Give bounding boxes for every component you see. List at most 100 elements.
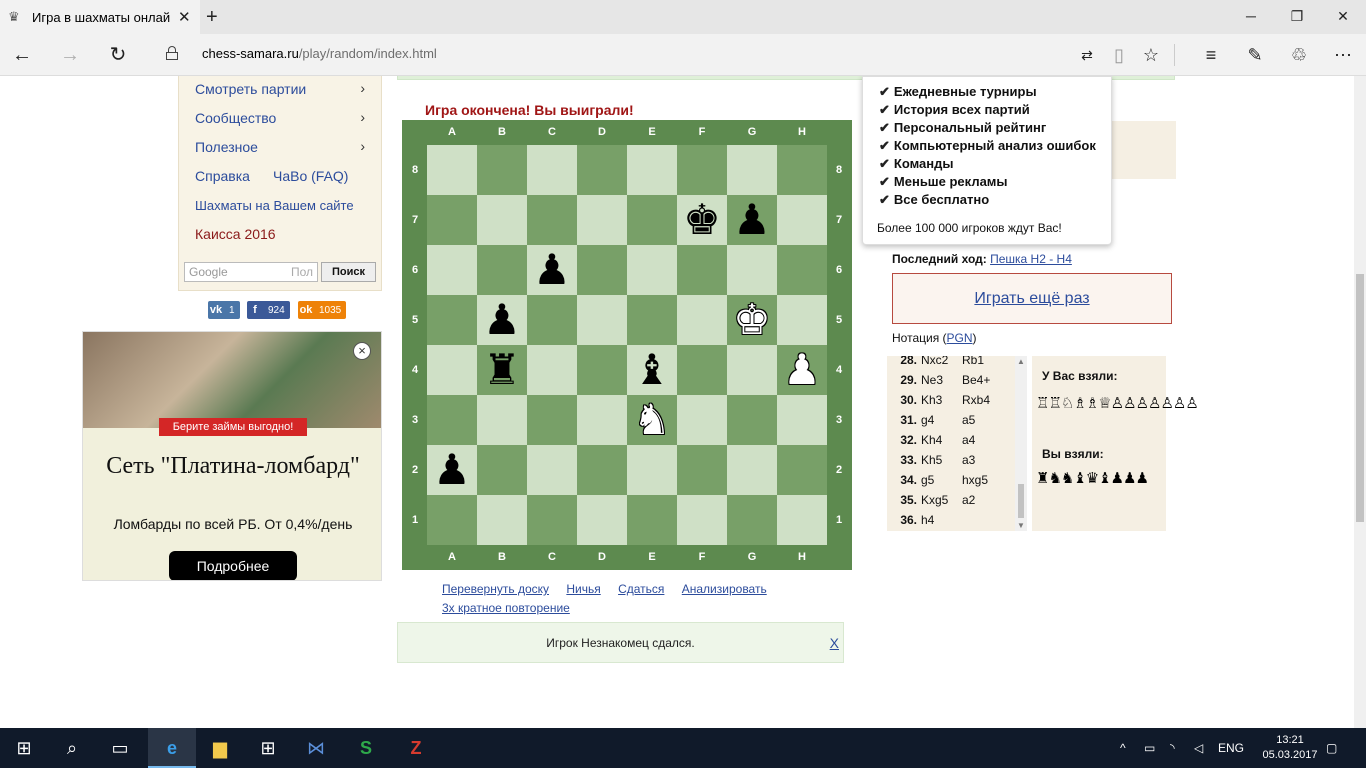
board-square[interactable] — [477, 395, 527, 445]
board-square[interactable] — [527, 145, 577, 195]
task-view-icon[interactable]: ▭ — [96, 728, 144, 768]
board-square[interactable] — [727, 445, 777, 495]
black-pawn-icon[interactable]: ♟ — [727, 195, 777, 245]
white-move[interactable]: Kxg5 — [921, 493, 948, 507]
board-square[interactable] — [627, 495, 677, 545]
chevron-up-icon[interactable]: ^ — [1120, 728, 1126, 768]
board-square[interactable] — [727, 345, 777, 395]
move-list-scrollbar[interactable]: ▲ ▼ — [1015, 356, 1027, 531]
refresh-icon[interactable]: ↻ — [104, 41, 132, 69]
odnoklassniki-share-button[interactable]: ok 1035 — [298, 301, 347, 319]
menu-help[interactable]: Справка — [195, 168, 250, 184]
new-tab-button[interactable]: + — [206, 6, 218, 29]
black-move[interactable]: a4 — [962, 433, 975, 447]
board-square[interactable] — [777, 495, 827, 545]
ad-headline[interactable]: Сеть "Платина-ломбард" — [83, 452, 381, 481]
board-square[interactable] — [427, 495, 477, 545]
last-move-link[interactable]: Пешка H2 - H4 — [990, 252, 1072, 266]
board-square[interactable] — [427, 295, 477, 345]
close-message-button[interactable]: X — [830, 635, 839, 651]
black-move[interactable]: Rxb4 — [962, 393, 990, 407]
board-square[interactable] — [527, 345, 577, 395]
resign-link[interactable]: Сдаться — [618, 582, 664, 596]
search-icon[interactable]: ⌕ — [48, 728, 96, 768]
battery-icon[interactable]: ▭ — [1144, 728, 1155, 768]
board-square[interactable] — [427, 245, 477, 295]
white-move[interactable]: g5 — [921, 473, 934, 487]
board-square[interactable] — [527, 495, 577, 545]
board-square[interactable] — [777, 395, 827, 445]
board-square[interactable] — [477, 495, 527, 545]
board-square[interactable] — [527, 195, 577, 245]
black-pawn-icon[interactable]: ♟ — [427, 445, 477, 495]
board-square[interactable] — [577, 195, 627, 245]
s-app-icon[interactable]: S — [342, 728, 390, 768]
black-bishop-icon[interactable]: ♝ — [627, 345, 677, 395]
black-move[interactable]: Rb1 — [962, 356, 984, 367]
white-pawn-icon[interactable]: ♟ — [777, 345, 827, 395]
filezilla-icon[interactable]: Z — [392, 728, 440, 768]
menu-faq[interactable]: ЧаВо (FAQ) — [273, 168, 348, 184]
board-square[interactable] — [577, 395, 627, 445]
board-square[interactable] — [727, 495, 777, 545]
white-knight-icon[interactable]: ♞ — [627, 395, 677, 445]
board-square[interactable] — [777, 295, 827, 345]
board-square[interactable] — [677, 445, 727, 495]
restore-icon[interactable]: ❐ — [1274, 0, 1320, 34]
vk-share-button[interactable]: vk 1 — [208, 301, 240, 319]
white-move[interactable]: g4 — [921, 413, 934, 427]
board-square[interactable] — [677, 145, 727, 195]
board-square[interactable] — [627, 145, 677, 195]
menu-useful[interactable]: Полезное — [195, 139, 258, 155]
board-square[interactable] — [627, 245, 677, 295]
white-move[interactable]: Nxc2 — [921, 356, 948, 367]
board-square[interactable] — [577, 145, 627, 195]
board-square[interactable] — [777, 445, 827, 495]
close-ad-icon[interactable]: × — [353, 342, 371, 360]
board-square[interactable] — [477, 445, 527, 495]
search-button[interactable]: Поиск — [321, 262, 376, 282]
scrollbar-thumb[interactable] — [1356, 274, 1364, 522]
ad-more-button[interactable]: Подробнее — [169, 551, 297, 580]
flip-board-link[interactable]: Перевернуть доску — [442, 582, 549, 596]
browser-tab[interactable]: ♛ Игра в шахматы онлай ✕ — [0, 0, 200, 34]
edge-browser-icon[interactable]: e — [148, 728, 196, 768]
board-square[interactable] — [527, 295, 577, 345]
white-move[interactable]: Kh5 — [921, 453, 942, 467]
board-square[interactable] — [677, 295, 727, 345]
board-square[interactable] — [577, 345, 627, 395]
board-square[interactable] — [727, 145, 777, 195]
url-field[interactable]: chess-samara.ru/play/random/index.html — [202, 46, 437, 61]
board-square[interactable] — [477, 245, 527, 295]
book-icon[interactable]: ▯ — [1108, 44, 1130, 66]
board-square[interactable] — [527, 395, 577, 445]
minimize-icon[interactable]: ─ — [1228, 0, 1274, 34]
board-square[interactable] — [577, 495, 627, 545]
analyze-link[interactable]: Анализировать — [682, 582, 767, 596]
more-icon[interactable]: ⋯ — [1332, 44, 1354, 66]
menu-chess-on-your-site[interactable]: Шахматы на Вашем сайте — [195, 198, 354, 213]
board-square[interactable] — [477, 145, 527, 195]
move-list[interactable]: 36. h4 35. Kxg5 a2 34. g5 hxg5 33. Kh5 a3 32. Kh4 a4 3… — [887, 356, 1027, 531]
page-scrollbar[interactable] — [1354, 76, 1366, 728]
black-move[interactable]: a5 — [962, 413, 975, 427]
favorite-star-icon[interactable]: ☆ — [1140, 44, 1162, 66]
wifi-icon[interactable]: ◝ — [1170, 728, 1175, 768]
board-square[interactable] — [427, 345, 477, 395]
reading-view-icon[interactable]: ⇄ — [1076, 44, 1098, 66]
board-square[interactable] — [777, 245, 827, 295]
search-input[interactable]: Google Пол — [184, 262, 318, 282]
black-move[interactable]: a2 — [962, 493, 975, 507]
threefold-repetition-link[interactable]: 3х кратное повторение — [442, 601, 570, 615]
close-tab-icon[interactable]: ✕ — [178, 8, 191, 26]
board-square[interactable] — [777, 145, 827, 195]
web-note-icon[interactable]: ✎ — [1244, 44, 1266, 66]
black-rook-icon[interactable]: ♜ — [477, 345, 527, 395]
volume-icon[interactable]: ◁ — [1194, 728, 1203, 768]
menu-kaissa-2016[interactable]: Каисса 2016 — [195, 226, 276, 242]
board-square[interactable] — [677, 245, 727, 295]
board-square[interactable] — [727, 395, 777, 445]
visual-studio-icon[interactable]: ⋈ — [292, 728, 340, 768]
menu-watch-games[interactable]: Смотреть партии — [195, 81, 306, 97]
close-window-icon[interactable]: ✕ — [1320, 0, 1366, 34]
